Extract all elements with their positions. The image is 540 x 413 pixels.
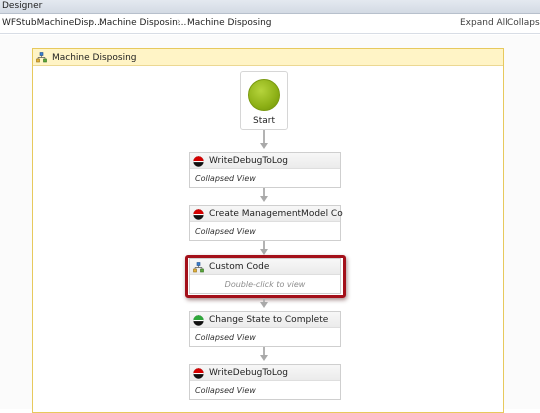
- sequence-icon: [36, 52, 47, 63]
- collapse-all-button[interactable]: Collapse A...: [507, 18, 540, 28]
- breadcrumb: WFStubMachineDisp... › Machine Disposin.…: [0, 14, 540, 34]
- activity-header: WriteDebugToLog: [190, 365, 340, 381]
- designer-title: Designer: [2, 1, 43, 11]
- breadcrumb-item-current: Machine Disposing: [187, 18, 272, 28]
- activity-collapsed-view: Collapsed View: [195, 333, 256, 342]
- designer-title-bar: Designer: [0, 0, 540, 14]
- start-node[interactable]: Start: [240, 71, 288, 130]
- sequence-header: Machine Disposing: [33, 49, 503, 66]
- activity-change-state-to-complete[interactable]: Change State to Complete Collapsed View: [189, 311, 341, 347]
- activity-header: Create ManagementModel Co: [190, 206, 343, 222]
- activity-title: Change State to Complete: [209, 315, 329, 325]
- activity-header: Change State to Complete: [190, 312, 340, 328]
- activity-header: WriteDebugToLog: [190, 153, 340, 169]
- start-label: Start: [253, 116, 275, 126]
- breadcrumb-item-root[interactable]: WFStubMachineDisp...: [2, 18, 103, 28]
- activity-collapsed-view: Collapsed View: [195, 227, 256, 236]
- activity-write-debug-to-log[interactable]: WriteDebugToLog Collapsed View: [189, 152, 341, 188]
- arrow-down-icon: [260, 143, 268, 149]
- highlight-box: [185, 255, 346, 298]
- connector-line: [263, 130, 265, 143]
- activity-write-debug-to-log-2[interactable]: WriteDebugToLog Collapsed View: [189, 364, 341, 400]
- breadcrumb-separator-icon: ›: [89, 17, 93, 27]
- activity-collapsed-view: Collapsed View: [195, 174, 256, 183]
- arrow-down-icon: [260, 355, 268, 361]
- connector-line: [263, 188, 265, 196]
- breadcrumb-item-parent[interactable]: Machine Disposin...: [99, 18, 186, 28]
- activity-create-management-model[interactable]: Create ManagementModel Co Collapsed View: [189, 205, 343, 241]
- arrow-down-icon: [260, 196, 268, 202]
- expand-all-button[interactable]: Expand All: [460, 18, 508, 28]
- sequence-title: Machine Disposing: [52, 53, 137, 63]
- breadcrumb-separator-icon: ›: [177, 17, 181, 27]
- red-black-ball-icon: [193, 209, 204, 220]
- red-black-ball-icon: [193, 368, 204, 379]
- connector-line: [263, 347, 265, 355]
- green-black-ball-icon: [193, 315, 204, 326]
- activity-title: WriteDebugToLog: [209, 156, 288, 166]
- activity-collapsed-view: Collapsed View: [195, 386, 256, 395]
- start-icon: [248, 79, 280, 111]
- arrow-down-icon: [260, 302, 268, 308]
- activity-title: Create ManagementModel Co: [209, 209, 343, 219]
- activity-title: WriteDebugToLog: [209, 368, 288, 378]
- red-black-ball-icon: [193, 156, 204, 167]
